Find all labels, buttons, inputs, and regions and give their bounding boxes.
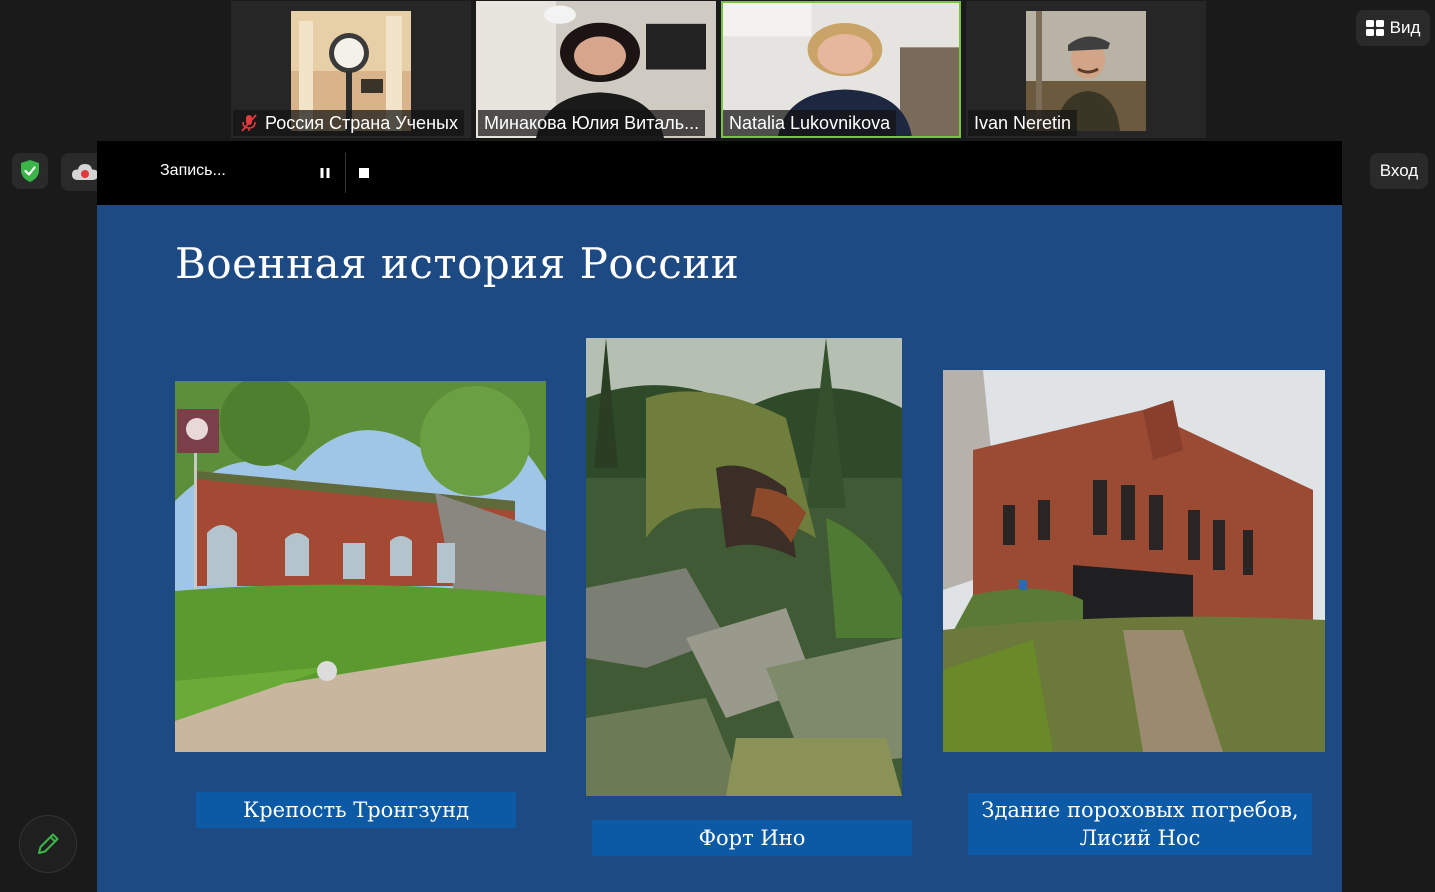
- participant-name: Россия Страна Ученых: [265, 112, 458, 133]
- cloud-record-icon: [72, 164, 98, 180]
- pencil-icon: [38, 833, 59, 854]
- exit-button-label: Вход: [1379, 161, 1419, 180]
- pause-icon: [320, 168, 330, 178]
- exit-button[interactable]: Вход: [1370, 153, 1428, 189]
- photo-caption: Здание пороховых погребов, Лисий Нос: [968, 793, 1312, 855]
- participant-name-bar: Ivan Neretin: [968, 110, 1078, 136]
- annotate-button[interactable]: [19, 815, 77, 873]
- stop-icon: [358, 168, 369, 178]
- participant-tile[interactable]: Россия Страна Ученых: [231, 1, 471, 138]
- photo-caption-text-line2: Лисий Нос: [1079, 826, 1201, 850]
- gallery-view-icon: [1365, 20, 1384, 36]
- shared-screen-slide: Военная история России Крепость Тронгзун…: [97, 205, 1342, 892]
- photo-caption-text: Крепость Тронгзунд: [242, 798, 470, 822]
- participant-tile[interactable]: Минакова Юлия Виталь...: [476, 1, 716, 138]
- view-button[interactable]: Вид: [1356, 10, 1430, 46]
- participant-name: Ivan Neretin: [974, 112, 1072, 133]
- participant-name-bar: Минакова Юлия Виталь...: [478, 110, 706, 136]
- participant-name-bar: Natalia Lukovnikova: [723, 110, 897, 136]
- participant-name: Natalia Lukovnikova: [729, 112, 891, 133]
- participant-name: Минакова Юлия Виталь...: [484, 112, 700, 133]
- stop-recording-button[interactable]: [345, 153, 381, 193]
- view-button-label: Вид: [1389, 18, 1421, 37]
- slide-title: Военная история России: [175, 239, 740, 288]
- powder-magazine-photo: [943, 370, 1325, 752]
- security-status[interactable]: [12, 153, 48, 189]
- photo-caption-text: Форт Ино: [698, 826, 806, 850]
- video-conference-window: Россия Страна Ученых Минакова Юлия Витал…: [0, 0, 1435, 892]
- photo-caption: Форт Ино: [592, 820, 912, 856]
- pause-recording-button[interactable]: [307, 153, 343, 193]
- shield-check-icon: [21, 160, 39, 182]
- participant-name-bar: Россия Страна Ученых: [233, 110, 464, 136]
- fortress-photo: [175, 381, 546, 752]
- participant-tile[interactable]: Ivan Neretin: [966, 1, 1206, 138]
- mic-off-icon: [241, 114, 257, 132]
- photo-caption-text-line1: Здание пороховых погребов,: [981, 798, 1299, 822]
- fort-ruins-photo: [586, 338, 902, 796]
- participant-tile-active-speaker[interactable]: Natalia Lukovnikova: [721, 1, 961, 138]
- photo-caption: Крепость Тронгзунд: [196, 792, 516, 828]
- recording-status-label: Запись...: [160, 162, 226, 179]
- recording-bar: Запись...: [97, 141, 1342, 205]
